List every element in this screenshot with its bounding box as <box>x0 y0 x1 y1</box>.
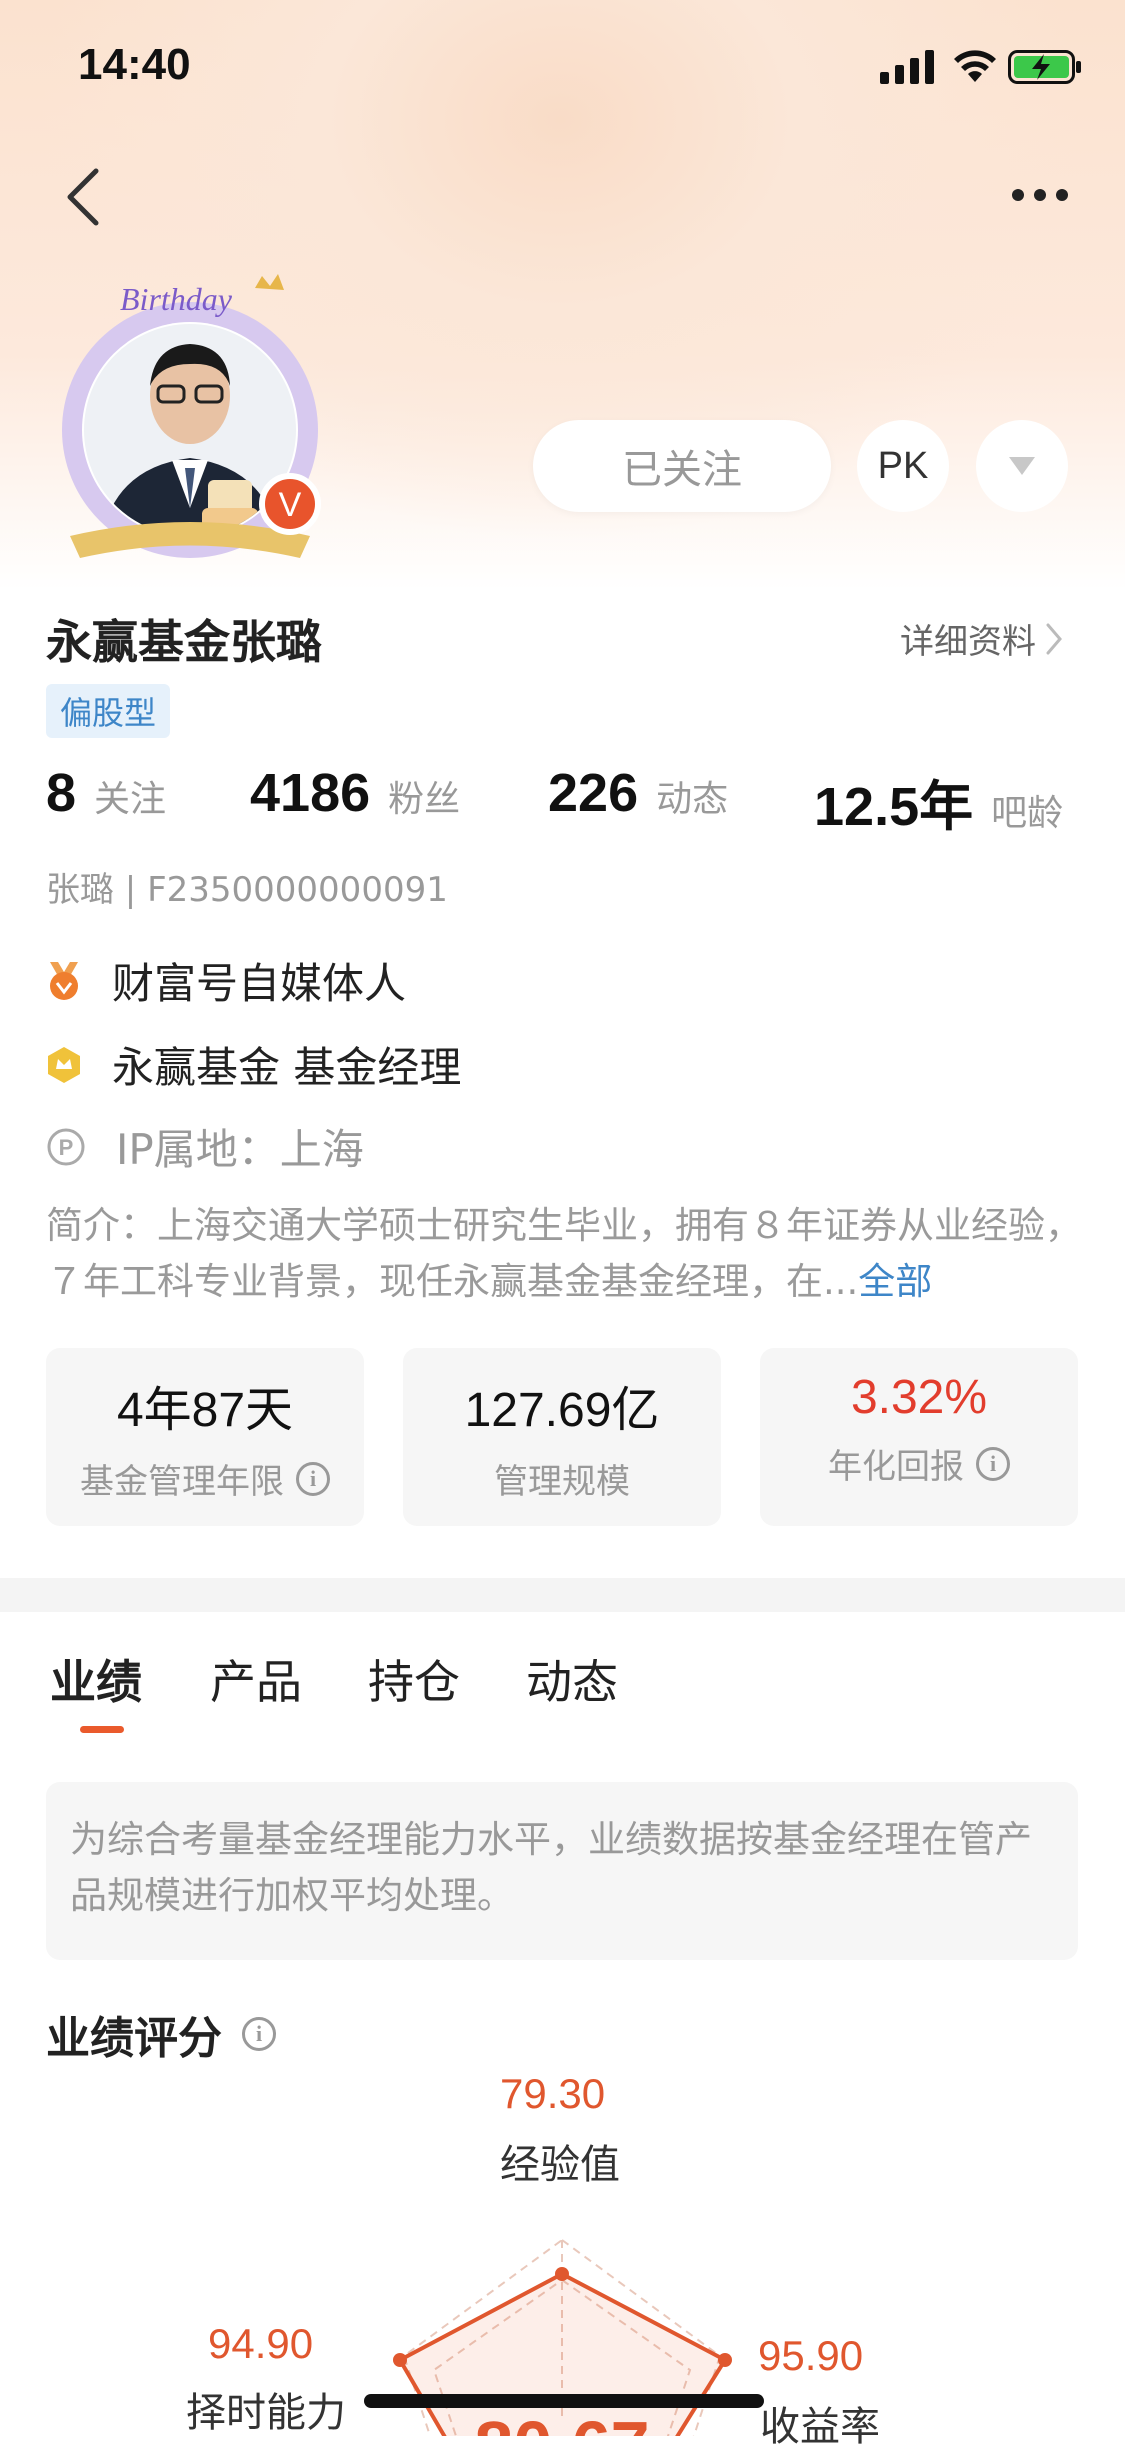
stat-label: 关注 <box>94 779 167 820</box>
score-section-title: 业绩评分 i <box>46 2002 276 2066</box>
active-tab-indicator <box>80 1726 124 1733</box>
radar-label-experience: 经验值 <box>500 2142 620 2188</box>
media-badge-row: 财富号自媒体人 <box>46 950 406 1011</box>
stat-number: 12.5年 <box>814 777 974 837</box>
battery-charging-icon <box>1008 50 1081 84</box>
back-icon[interactable] <box>60 165 108 229</box>
ip-location-icon: P <box>47 1128 85 1165</box>
tab-performance[interactable]: 业绩 <box>50 1646 142 1712</box>
home-indicator[interactable] <box>364 2394 764 2408</box>
dropdown-button[interactable] <box>976 420 1068 512</box>
card-annualized-return: 3.32% 年化回报 i <box>760 1348 1078 1526</box>
triangle-down-icon <box>1009 457 1035 475</box>
stat-number: 226 <box>548 763 639 823</box>
radar-label-return: 收益率 <box>760 2404 880 2450</box>
radar-value-return: 95.90 <box>758 2332 864 2379</box>
stat-following[interactable]: 8 关注 <box>46 762 166 824</box>
score-title-text: 业绩评分 <box>46 2013 222 2064</box>
info-icon[interactable]: i <box>296 1461 330 1496</box>
more-icon[interactable] <box>1010 180 1070 210</box>
card-value: 3.32% <box>850 1371 988 1424</box>
radar-point-timing <box>393 2353 407 2367</box>
profile-stats: 8 关注 4186 粉丝 226 动态 12.5年 吧龄 <box>46 762 1086 837</box>
info-icon[interactable]: i <box>242 2017 276 2051</box>
manager-badge-icon <box>48 1046 80 1083</box>
card-label: 年化回报 <box>828 1447 964 1487</box>
card-value: 127.69亿 <box>464 1384 660 1437</box>
svg-text:P: P <box>59 1135 74 1160</box>
intro-expand-link[interactable]: 全部 <box>858 1260 932 1303</box>
profile-name: 永赢基金张璐 <box>46 615 322 669</box>
radar-point-experience <box>555 2267 569 2281</box>
status-bar: 14:40 <box>0 0 1125 130</box>
stat-followers[interactable]: 4186 粉丝 <box>250 762 460 824</box>
radar-value-experience: 79.30 <box>500 2070 606 2117</box>
stat-number: 8 <box>46 763 77 823</box>
stat-account-age: 12.5年 吧龄 <box>814 762 1063 841</box>
card-value: 4年87天 <box>116 1384 294 1437</box>
info-icon[interactable]: i <box>976 1446 1010 1481</box>
detail-link-label: 详细资料 <box>900 622 1036 662</box>
medal-icon <box>50 961 78 1000</box>
role-badge-text: 永赢基金 基金经理 <box>112 1043 462 1092</box>
card-management-years: 4年87天 基金管理年限 i <box>46 1348 364 1526</box>
detail-link[interactable]: 详细资料 <box>900 614 1064 663</box>
card-label: 管理规模 <box>494 1462 630 1502</box>
radar-total-score: 80.67 <box>474 2407 649 2436</box>
stat-label: 吧龄 <box>991 793 1064 834</box>
radar-value-timing: 94.90 <box>208 2320 314 2367</box>
stat-posts[interactable]: 226 动态 <box>548 762 728 824</box>
avatar-birthday-frame: Birthday V <box>62 274 321 558</box>
avatar[interactable]: Birthday V <box>50 268 340 568</box>
radar-point-return <box>718 2353 732 2367</box>
radar-label-timing: 择时能力 <box>186 2390 346 2436</box>
follow-button[interactable]: 已关注 <box>533 420 831 512</box>
status-time: 14:40 <box>78 40 191 89</box>
section-divider <box>0 1578 1125 1612</box>
media-badge-text: 财富号自媒体人 <box>112 959 407 1008</box>
performance-notice: 为综合考量基金经理能力水平，业绩数据按基金经理在管产品规模进行加权平均处理。 <box>46 1782 1078 1960</box>
cellular-signal-icon <box>880 50 934 84</box>
svg-text:V: V <box>279 486 302 524</box>
role-badge-row: 永赢基金 基金经理 <box>46 1034 461 1095</box>
pk-button[interactable]: PK <box>857 420 949 512</box>
wifi-icon <box>954 50 996 82</box>
profile-intro: 简介：上海交通大学硕士研究生毕业，拥有８年证券从业经验，７年工科专业背景，现任永… <box>46 1198 1086 1310</box>
ip-location-text: IP属地：上海 <box>116 1125 364 1174</box>
tab-products[interactable]: 产品 <box>210 1646 302 1712</box>
stat-label: 粉丝 <box>388 779 461 820</box>
tab-holdings[interactable]: 持仓 <box>368 1646 460 1712</box>
stat-number: 4186 <box>250 763 371 823</box>
user-id-line: 张璐 | F2350000000091 <box>46 870 448 910</box>
stat-label: 动态 <box>656 779 729 820</box>
card-management-scale: 127.69亿 管理规模 <box>403 1348 721 1526</box>
ip-location-row: P IP属地：上海 <box>46 1116 364 1177</box>
card-label: 基金管理年限 <box>80 1462 284 1502</box>
fund-type-tag: 偏股型 <box>46 684 171 738</box>
chevron-right-icon <box>1046 623 1062 654</box>
tab-posts[interactable]: 动态 <box>526 1646 618 1712</box>
performance-radar-chart: 80.67 79.30 经验值 94.90 择时能力 95.90 收益率 <box>0 2060 1125 2450</box>
avatar-frame-text: Birthday <box>120 281 233 317</box>
